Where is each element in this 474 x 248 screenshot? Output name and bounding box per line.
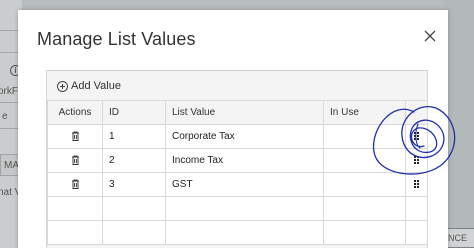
dialog-title: Manage List Values — [37, 29, 196, 49]
close-icon[interactable] — [422, 28, 438, 44]
actions-cell — [47, 148, 103, 173]
manage-list-values-dialog: Manage List Values Add Value Actions ID … — [18, 10, 448, 248]
drag-handle-icon[interactable] — [414, 156, 419, 165]
drag-cell — [405, 148, 428, 173]
empty-cell — [165, 196, 324, 221]
table-row-empty — [47, 196, 428, 221]
id-cell: 1 — [102, 124, 166, 149]
background-app-right — [444, 0, 474, 248]
drag-handle-icon[interactable] — [414, 180, 419, 189]
empty-cell — [323, 196, 406, 221]
trash-icon[interactable] — [71, 155, 80, 166]
drag-cell — [405, 172, 428, 197]
in-use-cell — [323, 124, 406, 149]
column-header-actions[interactable]: Actions — [47, 100, 103, 125]
empty-cell — [102, 220, 166, 245]
trash-icon[interactable] — [71, 179, 80, 190]
empty-cell — [102, 196, 166, 221]
empty-cell — [47, 196, 103, 221]
table-row[interactable]: 3 GST — [47, 172, 428, 197]
table-row[interactable]: 1 Corporate Tax — [47, 124, 428, 149]
list-value-cell[interactable]: Income Tax — [165, 148, 324, 173]
column-header-list-value[interactable]: List Value — [165, 100, 324, 125]
drag-handle-icon[interactable] — [414, 132, 419, 141]
list-value-cell[interactable]: Corporate Tax — [165, 124, 324, 149]
actions-cell — [47, 124, 103, 149]
id-cell: 2 — [102, 148, 166, 173]
background-text: MA — [4, 160, 19, 171]
empty-cell — [405, 220, 428, 245]
column-header-drag — [405, 100, 428, 125]
add-value-button[interactable]: Add Value — [57, 80, 121, 92]
grid-toolbar: Add Value — [47, 71, 427, 101]
id-cell: 3 — [102, 172, 166, 197]
list-values-panel: Add Value Actions ID List Value In Use 1… — [46, 70, 428, 248]
table-row[interactable]: 2 Income Tax — [47, 148, 428, 173]
actions-cell — [47, 172, 103, 197]
in-use-cell — [323, 172, 406, 197]
list-value-cell[interactable]: GST — [165, 172, 324, 197]
list-values-table: Actions ID List Value In Use 1 Corporate… — [47, 100, 428, 245]
drag-cell — [405, 124, 428, 149]
trash-icon[interactable] — [71, 131, 80, 142]
in-use-cell — [323, 148, 406, 173]
background-text: e — [2, 111, 8, 122]
empty-cell — [323, 220, 406, 245]
table-row-empty — [47, 220, 428, 245]
empty-cell — [405, 196, 428, 221]
table-header-row: Actions ID List Value In Use — [47, 100, 428, 125]
add-value-label: Add Value — [71, 80, 121, 92]
column-header-in-use[interactable]: In Use — [323, 100, 406, 125]
column-header-id[interactable]: ID — [102, 100, 166, 125]
empty-cell — [47, 220, 103, 245]
plus-circle-icon — [57, 80, 68, 92]
empty-cell — [165, 220, 324, 245]
